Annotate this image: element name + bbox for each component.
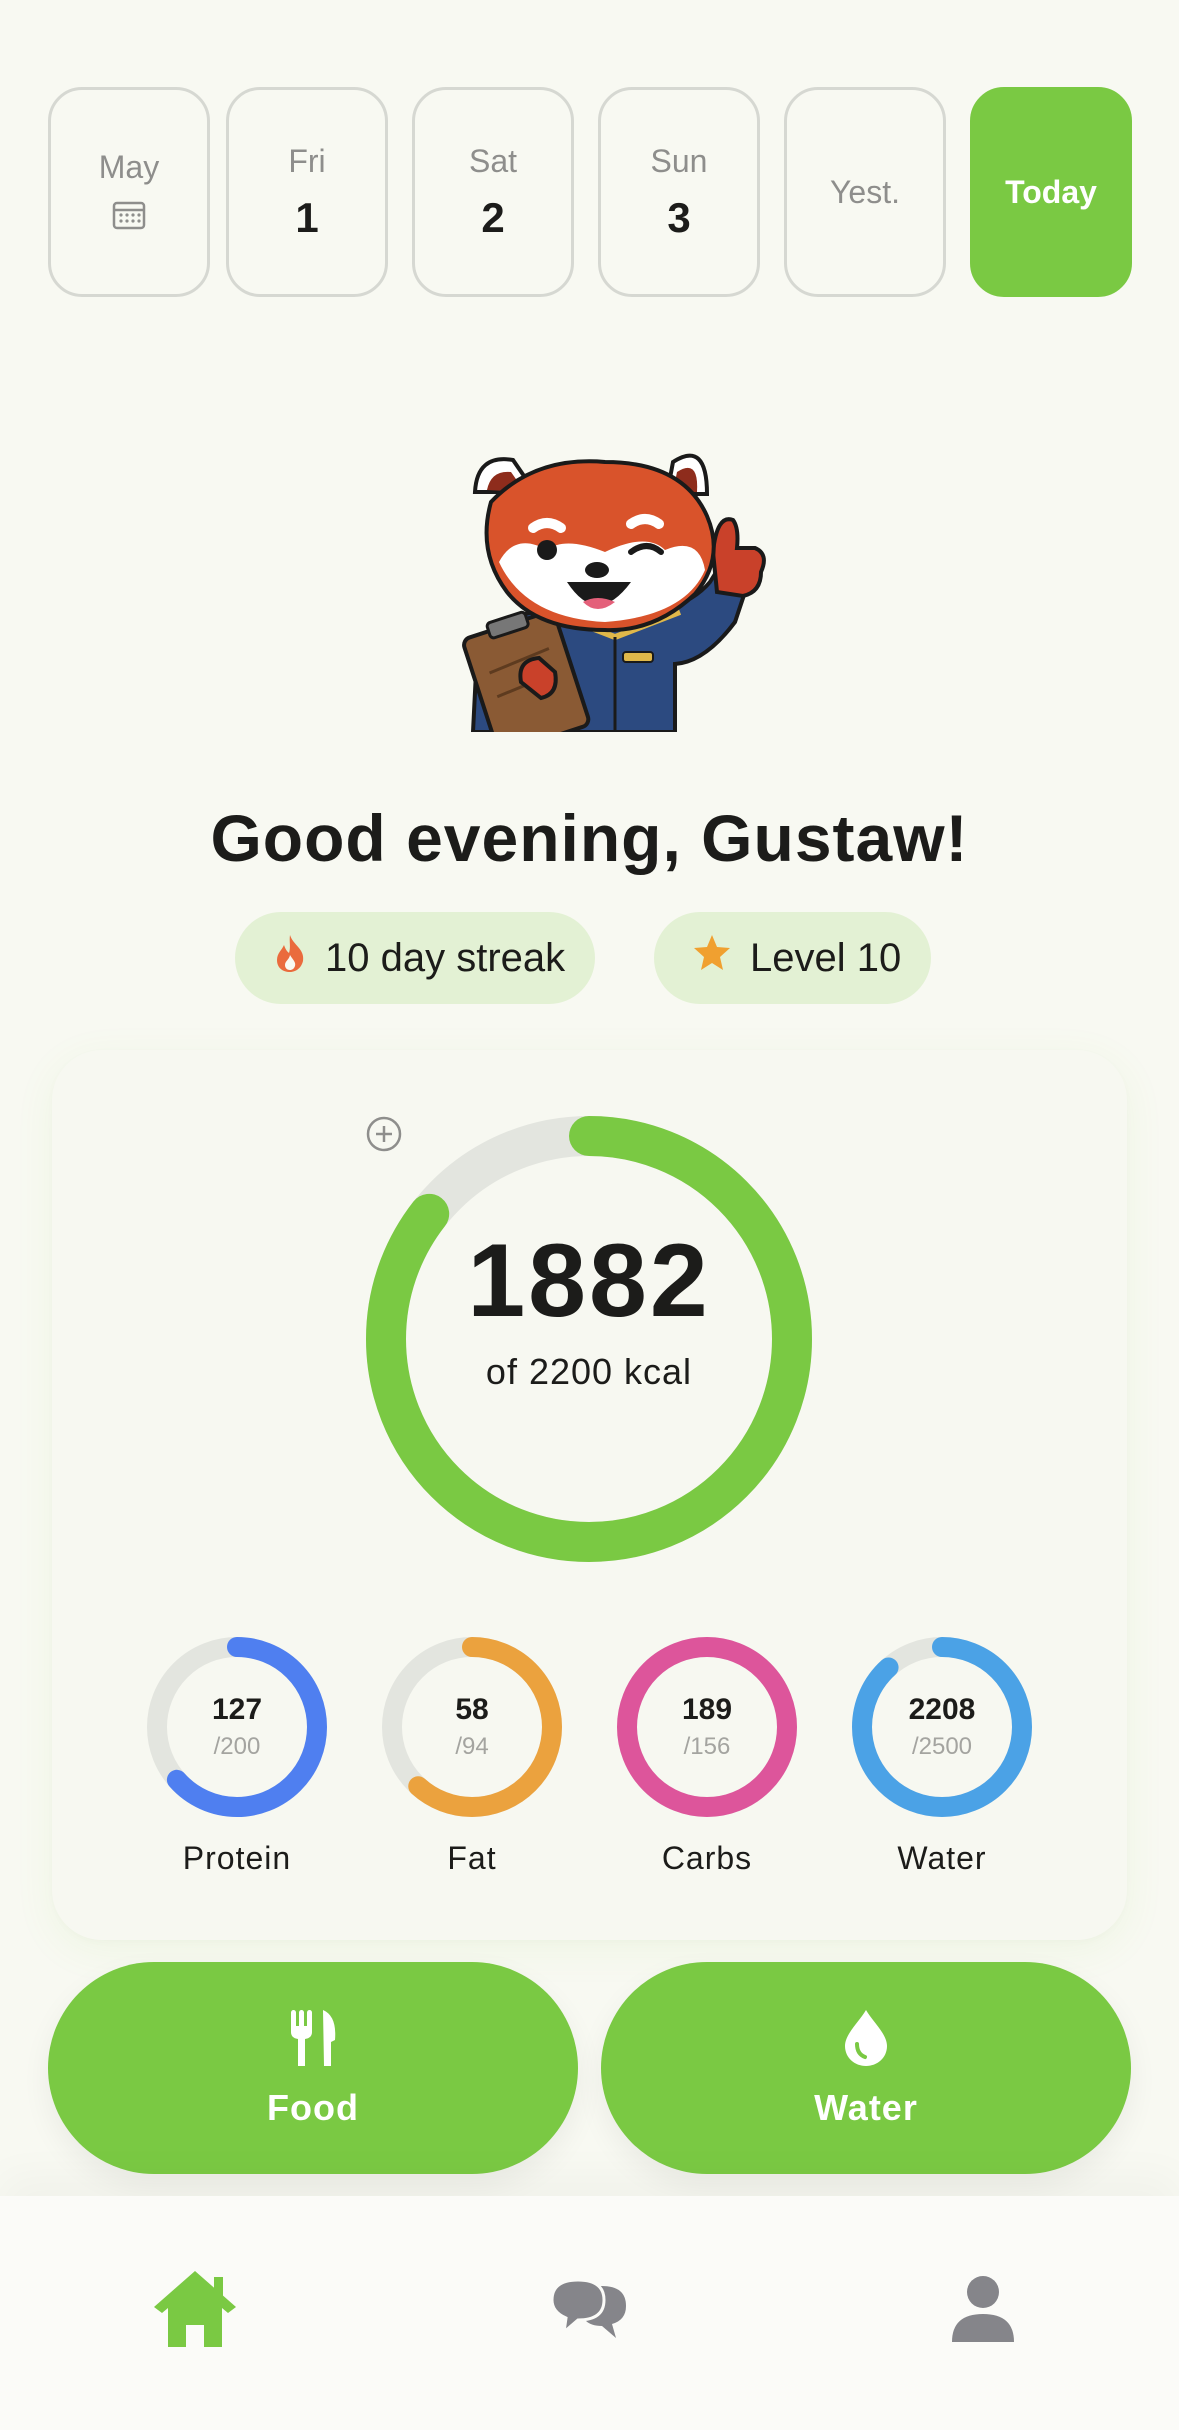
macro-goal: /200 — [213, 1733, 261, 1760]
date-chip-dow: Fri — [288, 142, 326, 179]
log-water-label: Water — [814, 2086, 918, 2128]
log-food-button[interactable]: Food — [48, 1962, 578, 2174]
calories-consumed: 1882 — [467, 1222, 711, 1339]
macro-value: 189 — [681, 1693, 733, 1726]
date-chip-label: Today — [1005, 173, 1097, 210]
macro-value: 58 — [455, 1693, 489, 1726]
date-chip-sun[interactable]: Sun 3 — [598, 87, 760, 297]
nutrition-summary-card: 1882 of 2200 kcal 127 /200 Protein 58 /9… — [52, 1050, 1127, 1940]
water-drop-icon — [841, 2008, 891, 2073]
log-food-label: Food — [267, 2086, 359, 2128]
person-icon — [950, 2274, 1016, 2349]
date-chip-day: 3 — [667, 193, 691, 241]
calendar-icon — [112, 200, 146, 235]
date-chip-dow: Sat — [468, 142, 518, 179]
macro-carbs[interactable]: 189 /156 Carbs — [612, 1636, 802, 1877]
date-chip-sat[interactable]: Sat 2 — [412, 87, 574, 297]
macro-label: Carbs — [661, 1840, 753, 1876]
calorie-ring-center: 1882 of 2200 kcal — [364, 1114, 814, 1564]
date-chip-label: May — [98, 149, 160, 185]
flame-icon — [273, 933, 307, 983]
streak-label: 10 day streak — [325, 935, 566, 980]
star-icon — [692, 933, 732, 983]
date-chip-dow: Sun — [650, 142, 708, 179]
greeting-title: Good evening, Gustaw! — [210, 801, 969, 875]
macro-label: Fat — [447, 1840, 497, 1876]
level-label: Level 10 — [750, 935, 902, 980]
macro-label: Protein — [182, 1840, 292, 1876]
date-chip-yesterday[interactable]: Yest. — [784, 87, 946, 297]
macros-row: 127 /200 Protein 58 /94 Fat 189 /156 Car… — [52, 1636, 1127, 1886]
macro-value: 2208 — [908, 1693, 976, 1726]
date-chip-fri[interactable]: Fri 1 — [226, 87, 388, 297]
calorie-ring[interactable]: 1882 of 2200 kcal — [364, 1114, 814, 1564]
fork-knife-icon — [285, 2008, 341, 2073]
date-chip-day: 1 — [295, 193, 319, 241]
date-chip-label: Yest. — [830, 173, 900, 210]
macro-protein[interactable]: 127 /200 Protein — [142, 1636, 332, 1877]
macro-fat[interactable]: 58 /94 Fat — [377, 1636, 567, 1877]
macro-value: 127 — [211, 1693, 263, 1726]
nav-chat[interactable] — [535, 2256, 645, 2366]
date-chip-day: 2 — [481, 193, 505, 241]
plus-circle-icon[interactable] — [366, 1116, 609, 1447]
level-badge[interactable]: Level 10 — [654, 912, 932, 1004]
red-panda-mascot — [455, 432, 775, 754]
macro-goal: /94 — [455, 1733, 489, 1760]
badges-row: 10 day streak Level 10 — [0, 912, 1179, 1004]
macro-goal: /156 — [683, 1733, 731, 1760]
macro-values: 189 /156 — [612, 1636, 802, 1818]
home-icon — [150, 2267, 240, 2356]
macro-water[interactable]: 2208 /2500 Water — [847, 1636, 1037, 1877]
macro-goal: /2500 — [911, 1733, 973, 1760]
nav-home[interactable] — [140, 2256, 250, 2366]
calories-goal: of 2200 kcal — [485, 1350, 693, 1392]
chat-bubbles-icon — [550, 2274, 630, 2349]
macro-values: 127 /200 — [142, 1636, 332, 1818]
date-chip-month[interactable]: May — [48, 87, 210, 297]
date-chip-today[interactable]: Today — [970, 87, 1132, 297]
bottom-navigation — [0, 2196, 1179, 2430]
macro-label: Water — [897, 1840, 987, 1876]
macro-values: 58 /94 — [377, 1636, 567, 1818]
macro-values: 2208 /2500 — [847, 1636, 1037, 1818]
date-strip: May Fri 1 Sat 2 Sun 3 Yest. Today — [48, 87, 1132, 297]
log-water-button[interactable]: Water — [601, 1962, 1131, 2174]
streak-badge[interactable]: 10 day streak — [235, 912, 596, 1004]
nav-profile[interactable] — [928, 2256, 1038, 2366]
